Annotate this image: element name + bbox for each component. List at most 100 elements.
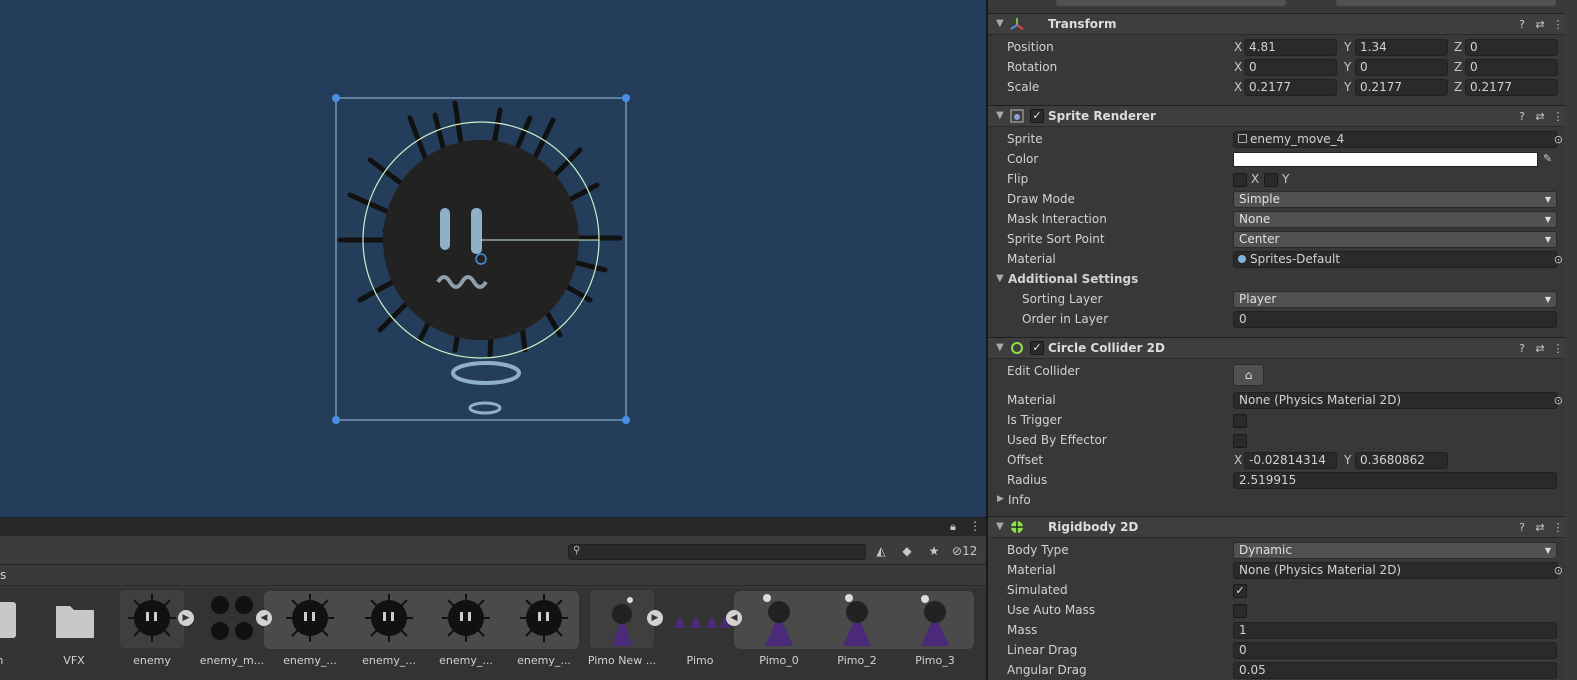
- position-x-field[interactable]: 4.81: [1244, 39, 1337, 56]
- rotation-z-field[interactable]: 0: [1465, 59, 1558, 76]
- radius-field[interactable]: 2.519915: [1233, 472, 1557, 489]
- mass-label[interactable]: Mass: [1007, 623, 1037, 637]
- more-menu-icon[interactable]: ⋮: [969, 519, 981, 533]
- foldout-arrow-icon[interactable]: ▶: [997, 494, 1004, 504]
- axis-x-label[interactable]: X: [1234, 40, 1242, 54]
- draw-mode-dropdown[interactable]: Simple ▼: [1233, 191, 1557, 208]
- flip-y-checkbox[interactable]: [1264, 173, 1278, 187]
- filter-by-type-icon[interactable]: ◭: [872, 543, 890, 559]
- rotation-x-field[interactable]: 0: [1244, 59, 1337, 76]
- additional-settings-row[interactable]: ▼ Additional Settings: [988, 270, 1577, 290]
- preset-icon[interactable]: ⇄: [1531, 18, 1549, 31]
- asset-item[interactable]: enemy_...: [352, 590, 430, 678]
- flip-x-checkbox[interactable]: [1233, 173, 1247, 187]
- handle-bottom-left[interactable]: [332, 416, 340, 424]
- asset-item[interactable]: Pimo: [663, 590, 741, 678]
- tag-dropdown[interactable]: [1056, 0, 1286, 6]
- preset-icon[interactable]: ⇄: [1531, 521, 1549, 534]
- expand-sheet-button[interactable]: ▶: [178, 610, 194, 626]
- axis-y-label[interactable]: Y: [1344, 80, 1351, 94]
- material-object-field[interactable]: Sprites-Default: [1233, 251, 1558, 268]
- asset-item[interactable]: Pimo New ...: [585, 590, 663, 678]
- mask-interaction-dropdown[interactable]: None ▼: [1233, 211, 1557, 228]
- asset-item[interactable]: Pimo_0: [742, 590, 820, 678]
- axis-z-label[interactable]: Z: [1454, 80, 1462, 94]
- position-label[interactable]: Position: [1007, 40, 1054, 54]
- additional-settings-label[interactable]: Additional Settings: [1008, 272, 1138, 286]
- asset-item[interactable]: VFX: [37, 590, 115, 678]
- object-picker-icon[interactable]: ⊙: [1554, 133, 1563, 146]
- offset-y-field[interactable]: 0.3680862: [1355, 452, 1448, 469]
- object-picker-icon[interactable]: ⊙: [1554, 253, 1563, 266]
- order-in-layer-field[interactable]: 0: [1233, 311, 1557, 328]
- rotation-label[interactable]: Rotation: [1007, 60, 1057, 74]
- axis-z-label[interactable]: Z: [1454, 60, 1462, 74]
- linear-drag-field[interactable]: 0: [1233, 642, 1557, 659]
- circle-collider-header[interactable]: ▼ ✓ Circle Collider 2D ? ⇄ ⋮: [988, 337, 1577, 359]
- enabled-checkbox[interactable]: ✓: [1030, 341, 1044, 355]
- transform-header[interactable]: ▼ Transform ? ⇄ ⋮: [988, 13, 1577, 35]
- axis-y-label[interactable]: Y: [1344, 453, 1351, 467]
- asset-item[interactable]: Pimo_2: [820, 590, 898, 678]
- physics-material-field[interactable]: None (Physics Material 2D): [1233, 562, 1558, 579]
- inspector-scrollbar[interactable]: [1565, 0, 1577, 680]
- physics-material-field[interactable]: None (Physics Material 2D): [1233, 392, 1558, 409]
- axis-x-label[interactable]: X: [1234, 60, 1242, 74]
- preset-icon[interactable]: ⇄: [1531, 110, 1549, 123]
- asset-item[interactable]: enemy_...: [429, 590, 507, 678]
- foldout-arrow-icon[interactable]: ▼: [996, 521, 1004, 532]
- handle-bottom-right[interactable]: [622, 416, 630, 424]
- used-by-effector-checkbox[interactable]: [1233, 434, 1247, 448]
- expand-sheet-button[interactable]: ▶: [647, 610, 663, 626]
- is-trigger-checkbox[interactable]: [1233, 414, 1247, 428]
- sprite-renderer-header[interactable]: ▼ ✓ Sprite Renderer ? ⇄ ⋮: [988, 105, 1577, 127]
- color-swatch[interactable]: [1233, 152, 1538, 167]
- lock-icon[interactable]: 🔒︎: [950, 520, 956, 534]
- simulated-checkbox[interactable]: ✓: [1233, 584, 1247, 598]
- axis-x-label[interactable]: X: [1234, 453, 1242, 467]
- scale-x-field[interactable]: 0.2177: [1244, 79, 1337, 96]
- handle-top-right[interactable]: [622, 94, 630, 102]
- scale-label[interactable]: Scale: [1007, 80, 1039, 94]
- help-icon[interactable]: ?: [1513, 18, 1531, 31]
- foldout-arrow-icon[interactable]: ▼: [996, 18, 1004, 29]
- help-icon[interactable]: ?: [1513, 110, 1531, 123]
- layer-dropdown[interactable]: [1336, 0, 1556, 6]
- eyedropper-icon[interactable]: ✎: [1543, 152, 1552, 165]
- linear-drag-label[interactable]: Linear Drag: [1007, 643, 1077, 657]
- info-row[interactable]: ▶ Info: [988, 491, 1577, 511]
- edit-collider-button[interactable]: ⌂: [1233, 364, 1264, 386]
- scale-y-field[interactable]: 0.2177: [1355, 79, 1448, 96]
- order-in-layer-label[interactable]: Order in Layer: [1022, 312, 1108, 326]
- position-y-field[interactable]: 1.34: [1355, 39, 1448, 56]
- angular-drag-field[interactable]: 0.05: [1233, 662, 1557, 679]
- offset-label[interactable]: Offset: [1007, 453, 1043, 467]
- mass-field[interactable]: 1: [1233, 622, 1557, 639]
- preset-icon[interactable]: ⇄: [1531, 342, 1549, 355]
- breadcrumb-item[interactable]: s: [0, 568, 6, 582]
- axis-z-label[interactable]: Z: [1454, 40, 1462, 54]
- favorite-star-icon[interactable]: ★: [925, 543, 943, 559]
- collapse-sheet-button[interactable]: ◀: [726, 610, 742, 626]
- axis-x-label[interactable]: X: [1234, 80, 1242, 94]
- offset-x-field[interactable]: -0.02814314: [1244, 452, 1337, 469]
- foldout-arrow-icon[interactable]: ▼: [996, 110, 1004, 121]
- filter-by-label-icon[interactable]: ◆: [898, 543, 916, 559]
- scene-view[interactable]: [0, 0, 986, 517]
- axis-y-label[interactable]: Y: [1344, 40, 1351, 54]
- asset-item[interactable]: enemy_m...: [195, 590, 273, 678]
- body-type-dropdown[interactable]: Dynamic ▼: [1233, 542, 1557, 559]
- sprite-object-field[interactable]: enemy_move_4: [1233, 131, 1558, 148]
- asset-item[interactable]: Pimo_3: [898, 590, 976, 678]
- sort-point-dropdown[interactable]: Center ▼: [1233, 231, 1557, 248]
- info-label[interactable]: Info: [1008, 493, 1031, 507]
- position-z-field[interactable]: 0: [1465, 39, 1558, 56]
- help-icon[interactable]: ?: [1513, 521, 1531, 534]
- radius-label[interactable]: Radius: [1007, 473, 1047, 487]
- asset-item[interactable]: enemy_...: [507, 590, 585, 678]
- sorting-layer-dropdown[interactable]: Player ▼: [1233, 291, 1557, 308]
- handle-top-left[interactable]: [332, 94, 340, 102]
- enabled-checkbox[interactable]: ✓: [1030, 109, 1044, 123]
- rotation-y-field[interactable]: 0: [1355, 59, 1448, 76]
- foldout-arrow-icon[interactable]: ▼: [996, 342, 1004, 353]
